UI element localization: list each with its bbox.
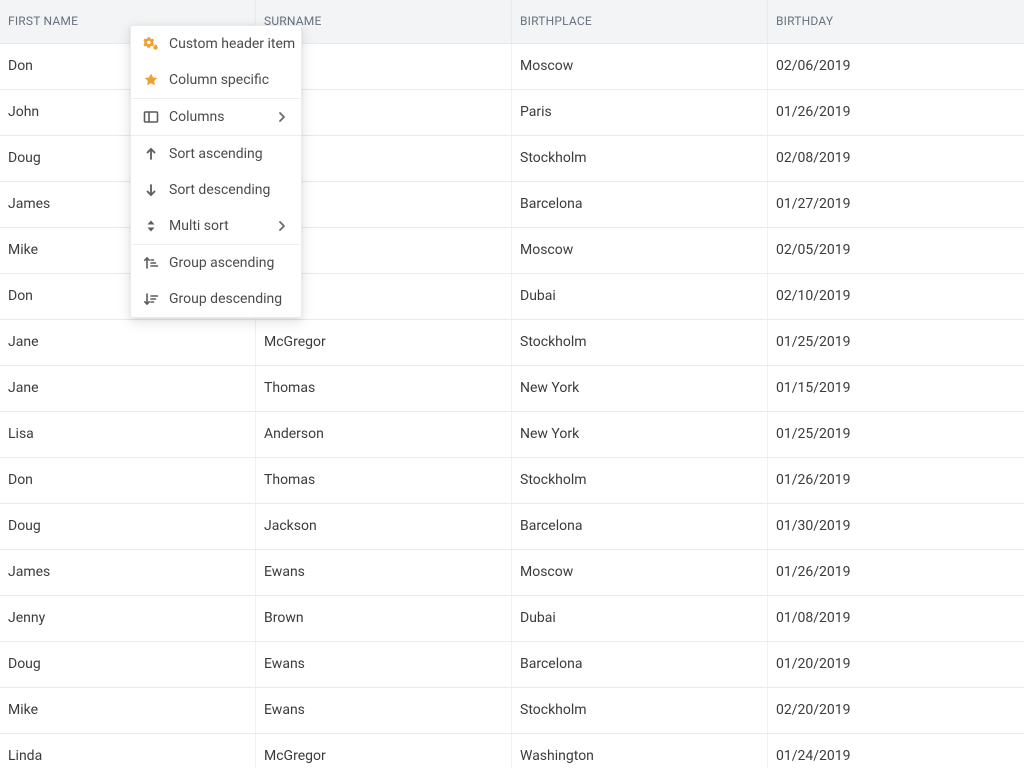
chevron-right-icon [275,110,289,124]
cell-birthplace: Stockholm [512,688,768,733]
cell-birthplace: Moscow [512,228,768,273]
cell-birthplace: Stockholm [512,136,768,181]
cell-birthplace: New York [512,366,768,411]
table-row[interactable]: JamesEwansMoscow01/26/2019 [0,550,1024,596]
menu-label: Column specific [169,72,289,88]
arrow-up-icon [143,146,159,162]
table-row[interactable]: DougEwansBarcelona01/20/2019 [0,642,1024,688]
cell-birthplace: Stockholm [512,320,768,365]
cell-surname: Thomas [256,366,512,411]
cell-first-name: Doug [0,642,256,687]
cell-birthday: 01/25/2019 [768,412,1024,457]
cell-birthplace: Stockholm [512,458,768,503]
table-row[interactable]: LindaMcGregorWashington01/24/2019 [0,734,1024,768]
cell-birthday: 01/26/2019 [768,550,1024,595]
cell-birthday: 01/25/2019 [768,320,1024,365]
cell-surname: Ewans [256,688,512,733]
cell-first-name: Jane [0,320,256,365]
cell-birthplace: Moscow [512,550,768,595]
menu-item-sort-descending[interactable]: Sort descending [131,172,301,208]
cell-first-name: Don [0,458,256,503]
cell-birthday: 01/15/2019 [768,366,1024,411]
column-header-birthday[interactable]: BIRTHDAY [768,0,1024,43]
menu-item-custom-header[interactable]: Custom header item [131,26,301,62]
chevron-right-icon [275,219,289,233]
cell-birthplace: Moscow [512,44,768,89]
columns-icon [143,109,159,125]
cell-surname: McGregor [256,320,512,365]
cell-first-name: Jenny [0,596,256,641]
cell-first-name: Lisa [0,412,256,457]
cell-first-name: James [0,550,256,595]
menu-item-sort-ascending[interactable]: Sort ascending [131,136,301,172]
table-row[interactable]: MikeEwansStockholm02/20/2019 [0,688,1024,734]
menu-label: Columns [169,109,265,125]
cell-surname: Ewans [256,550,512,595]
cell-birthplace: New York [512,412,768,457]
cell-birthplace: Barcelona [512,642,768,687]
menu-item-multi-sort[interactable]: Multi sort [131,208,301,244]
cell-first-name: Linda [0,734,256,768]
cell-surname: Brown [256,596,512,641]
menu-label: Custom header item [169,36,295,52]
cell-surname: Ewans [256,642,512,687]
table-row[interactable]: JennyBrownDubai01/08/2019 [0,596,1024,642]
menu-label: Multi sort [169,218,265,234]
menu-label: Group descending [169,291,289,307]
cogs-icon [143,36,159,52]
cell-birthday: 01/08/2019 [768,596,1024,641]
table-row[interactable]: LisaAndersonNew York01/25/2019 [0,412,1024,458]
cell-birthday: 02/06/2019 [768,44,1024,89]
cell-birthday: 02/08/2019 [768,136,1024,181]
menu-item-group-descending[interactable]: Group descending [131,281,301,317]
menu-label: Group ascending [169,255,289,271]
table-row[interactable]: DougJacksonBarcelona01/30/2019 [0,504,1024,550]
cell-birthplace: Barcelona [512,182,768,227]
star-icon [143,72,159,88]
cell-birthday: 01/24/2019 [768,734,1024,768]
table-row[interactable]: DonThomasStockholm01/26/2019 [0,458,1024,504]
cell-birthplace: Dubai [512,274,768,319]
cell-first-name: Jane [0,366,256,411]
cell-first-name: Mike [0,688,256,733]
cell-birthplace: Paris [512,90,768,135]
table-row[interactable]: JaneMcGregorStockholm01/25/2019 [0,320,1024,366]
sort-both-icon [143,218,159,234]
cell-birthday: 02/10/2019 [768,274,1024,319]
cell-birthday: 02/05/2019 [768,228,1024,273]
cell-first-name: Doug [0,504,256,549]
group-asc-icon [143,255,159,271]
menu-item-column-specific[interactable]: Column specific [131,62,301,98]
arrow-down-icon [143,182,159,198]
cell-birthday: 01/20/2019 [768,642,1024,687]
menu-label: Sort ascending [169,146,289,162]
menu-item-columns[interactable]: Columns [131,99,301,135]
cell-surname: Thomas [256,458,512,503]
column-header-birthplace[interactable]: BIRTHPLACE [512,0,768,43]
cell-birthday: 01/30/2019 [768,504,1024,549]
cell-surname: Jackson [256,504,512,549]
cell-birthday: 01/26/2019 [768,90,1024,135]
cell-birthday: 01/27/2019 [768,182,1024,227]
group-desc-icon [143,291,159,307]
menu-item-group-ascending[interactable]: Group ascending [131,245,301,281]
cell-birthday: 02/20/2019 [768,688,1024,733]
header-context-menu: Custom header item Column specific Colum… [130,25,302,318]
cell-birthday: 01/26/2019 [768,458,1024,503]
cell-surname: Anderson [256,412,512,457]
menu-label: Sort descending [169,182,289,198]
cell-birthplace: Dubai [512,596,768,641]
cell-surname: McGregor [256,734,512,768]
cell-birthplace: Washington [512,734,768,768]
cell-birthplace: Barcelona [512,504,768,549]
table-row[interactable]: JaneThomasNew York01/15/2019 [0,366,1024,412]
